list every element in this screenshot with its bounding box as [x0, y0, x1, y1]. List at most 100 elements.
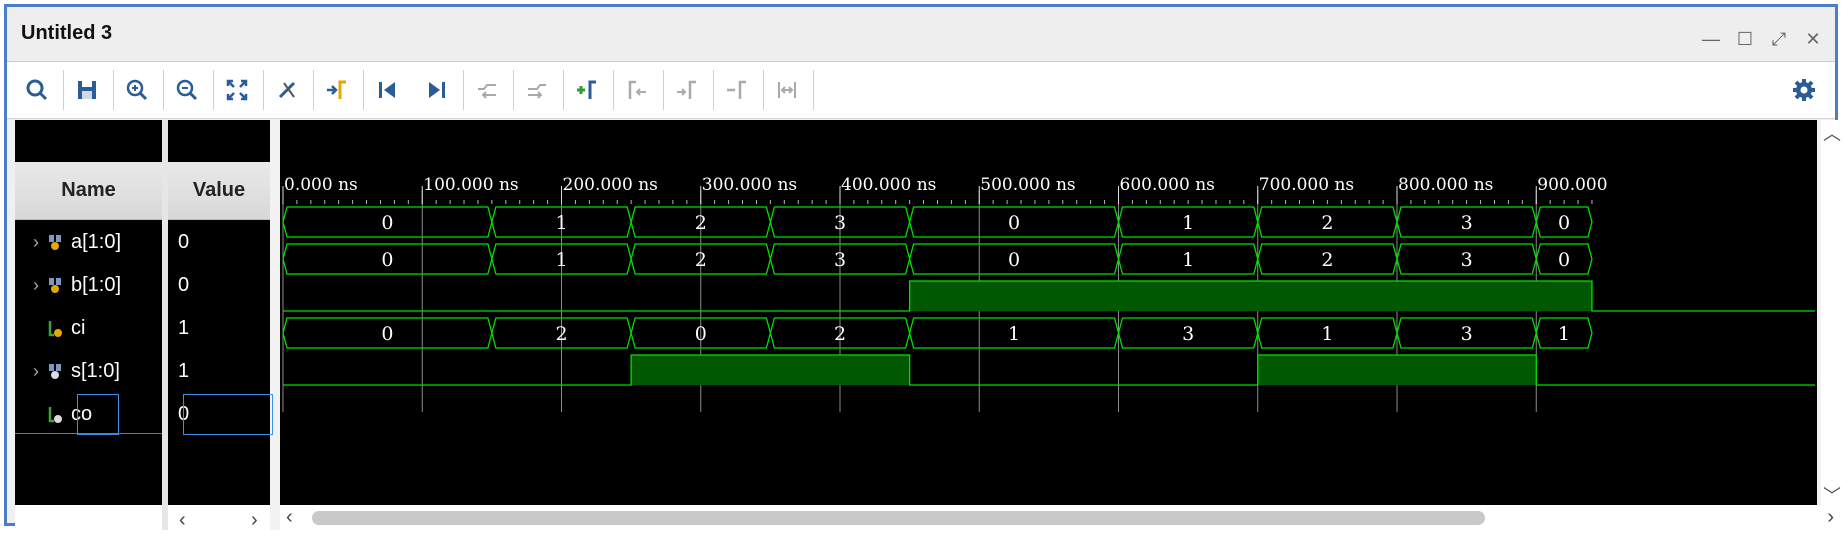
bus-value-label: 1 — [555, 212, 567, 234]
minimize-icon[interactable]: — — [1699, 29, 1723, 49]
go-to-time-zero-icon[interactable] — [367, 70, 407, 110]
signal-name: a[1:0] — [71, 231, 122, 253]
maximize-icon[interactable]: ☐ — [1733, 29, 1757, 49]
bit-waveform — [283, 354, 1815, 386]
time-tick-label: 0.000 ns — [284, 175, 358, 195]
selected-name-cell — [77, 394, 119, 435]
time-tick-label: 600.000 ns — [1120, 175, 1215, 195]
value-column-header[interactable]: Value — [168, 162, 270, 220]
window-controls: — ☐ ⤢ ✕ — [1699, 29, 1825, 49]
time-tick-label: 700.000 ns — [1259, 175, 1354, 195]
bit-high-fill — [909, 281, 1592, 311]
waveform-area[interactable]: 0.000 ns 100.000 ns 200.000 ns 300.000 ns 40… — [280, 120, 1817, 505]
expand-chevron-icon[interactable]: › — [25, 232, 47, 253]
settings-icon[interactable] — [1787, 73, 1821, 107]
zoom-in-icon[interactable] — [117, 70, 157, 110]
bus-value-label: 2 — [695, 249, 707, 271]
signal-value: 0 — [178, 231, 190, 253]
bit-high-fill — [631, 355, 910, 385]
bus-signal-icon — [49, 234, 61, 250]
save-icon[interactable] — [67, 70, 107, 110]
expand-chevron-icon[interactable]: › — [25, 275, 47, 296]
snap-cursor-icon[interactable] — [267, 70, 307, 110]
bus-value-label: 1 — [1008, 323, 1020, 345]
bit-signal-icon — [48, 320, 62, 337]
previous-transition-icon[interactable] — [467, 70, 507, 110]
time-tick-label: 200.000 ns — [563, 175, 658, 195]
bus-signal-icon — [49, 277, 61, 293]
signal-name: s[1:0] — [71, 360, 120, 382]
time-tick-label: 500.000 ns — [980, 175, 1075, 195]
previous-marker-icon[interactable] — [617, 70, 657, 110]
signal-value: 1 — [178, 360, 190, 382]
bus-value-label: 1 — [1182, 249, 1194, 271]
bus-value-label: 1 — [1558, 323, 1570, 345]
scroll-left-icon[interactable]: ‹ — [179, 509, 186, 532]
name-column-header[interactable]: Name — [15, 162, 162, 220]
bus-value-label: 1 — [1321, 323, 1333, 345]
swap-cursors-icon[interactable] — [717, 70, 757, 110]
bus-value-label: 3 — [1182, 323, 1194, 345]
bus-value-label: 0 — [1558, 212, 1570, 234]
bus-value-label: 0 — [381, 323, 393, 345]
float-icon[interactable]: ⤢ — [1767, 29, 1791, 49]
scroll-right-icon[interactable]: › — [1827, 506, 1834, 529]
bus-value-label: 2 — [1321, 249, 1333, 271]
signal-row-ci[interactable]: ci — [25, 307, 85, 350]
go-to-last-time-icon[interactable] — [417, 70, 457, 110]
bus-value-label: 0 — [695, 323, 707, 345]
bus-value-label: 3 — [1461, 212, 1473, 234]
bus-value-label: 0 — [1008, 249, 1020, 271]
vertical-scrollbar[interactable]: ︿ ﹀ — [1821, 120, 1841, 506]
signal-name: b[1:0] — [71, 274, 122, 296]
bus-value-label: 2 — [834, 323, 846, 345]
signal-value: 1 — [178, 317, 190, 339]
bus-value-label: 3 — [834, 249, 846, 271]
scrollbar-thumb[interactable] — [312, 511, 1485, 525]
horizontal-scrollbar[interactable]: ‹ › — [280, 505, 1840, 530]
bus-value-label: 2 — [1321, 212, 1333, 234]
go-to-cursor-icon[interactable] — [317, 70, 357, 110]
bus-value-label: 1 — [555, 249, 567, 271]
search-icon[interactable] — [17, 70, 57, 110]
next-marker-icon[interactable] — [667, 70, 707, 110]
zoom-fit-icon[interactable] — [217, 70, 257, 110]
toolbar — [7, 62, 1835, 119]
bus-value-label: 3 — [834, 212, 846, 234]
bus-value-label: 3 — [1461, 249, 1473, 271]
time-tick-label: 400.000 ns — [841, 175, 936, 195]
bus-value-label: 0 — [381, 249, 393, 271]
signal-row-s[interactable]: › s[1:0] — [25, 350, 120, 393]
time-tick-label: 100.000 ns — [423, 175, 518, 195]
waveform-window: Untitled 3 — ☐ ⤢ ✕ Name Value › a[1:0] 0… — [4, 4, 1841, 531]
bit-signal-output-icon — [48, 406, 62, 423]
waveform-content: Name Value › a[1:0] 0 › b[1:0] 0 ci 1 › … — [15, 120, 1841, 532]
scroll-left-icon[interactable]: ‹ — [286, 506, 293, 529]
signal-row-a[interactable]: › a[1:0] — [25, 221, 121, 264]
signal-row-b[interactable]: › b[1:0] — [25, 264, 121, 307]
scroll-up-icon[interactable]: ︿ — [1823, 120, 1841, 146]
scroll-right-icon[interactable]: › — [251, 509, 258, 532]
title-bar: Untitled 3 — ☐ ⤢ ✕ — [7, 7, 1835, 62]
bit-high-fill — [1257, 355, 1537, 385]
next-transition-icon[interactable] — [517, 70, 557, 110]
bus-value-label: 2 — [555, 323, 567, 345]
time-tick-label: 800.000 ns — [1398, 175, 1493, 195]
bus-value-label: 2 — [695, 212, 707, 234]
time-tick-label: 900.000 — [1537, 175, 1607, 195]
signal-value: 0 — [178, 274, 190, 296]
bus-value-label: 0 — [381, 212, 393, 234]
selected-value-cell — [183, 394, 273, 435]
add-marker-icon[interactable] — [567, 70, 607, 110]
zoom-out-icon[interactable] — [167, 70, 207, 110]
time-tick-label: 300.000 ns — [702, 175, 797, 195]
bus-value-label: 0 — [1558, 249, 1570, 271]
bus-value-label: 1 — [1182, 212, 1194, 234]
fix-cursor-icon[interactable] — [767, 70, 807, 110]
expand-chevron-icon[interactable]: › — [25, 361, 47, 382]
bus-signal-output-icon — [49, 363, 61, 379]
signal-name: ci — [71, 317, 86, 339]
window-title: Untitled 3 — [21, 22, 113, 44]
close-icon[interactable]: ✕ — [1801, 29, 1825, 49]
bus-value-label: 0 — [1008, 212, 1020, 234]
